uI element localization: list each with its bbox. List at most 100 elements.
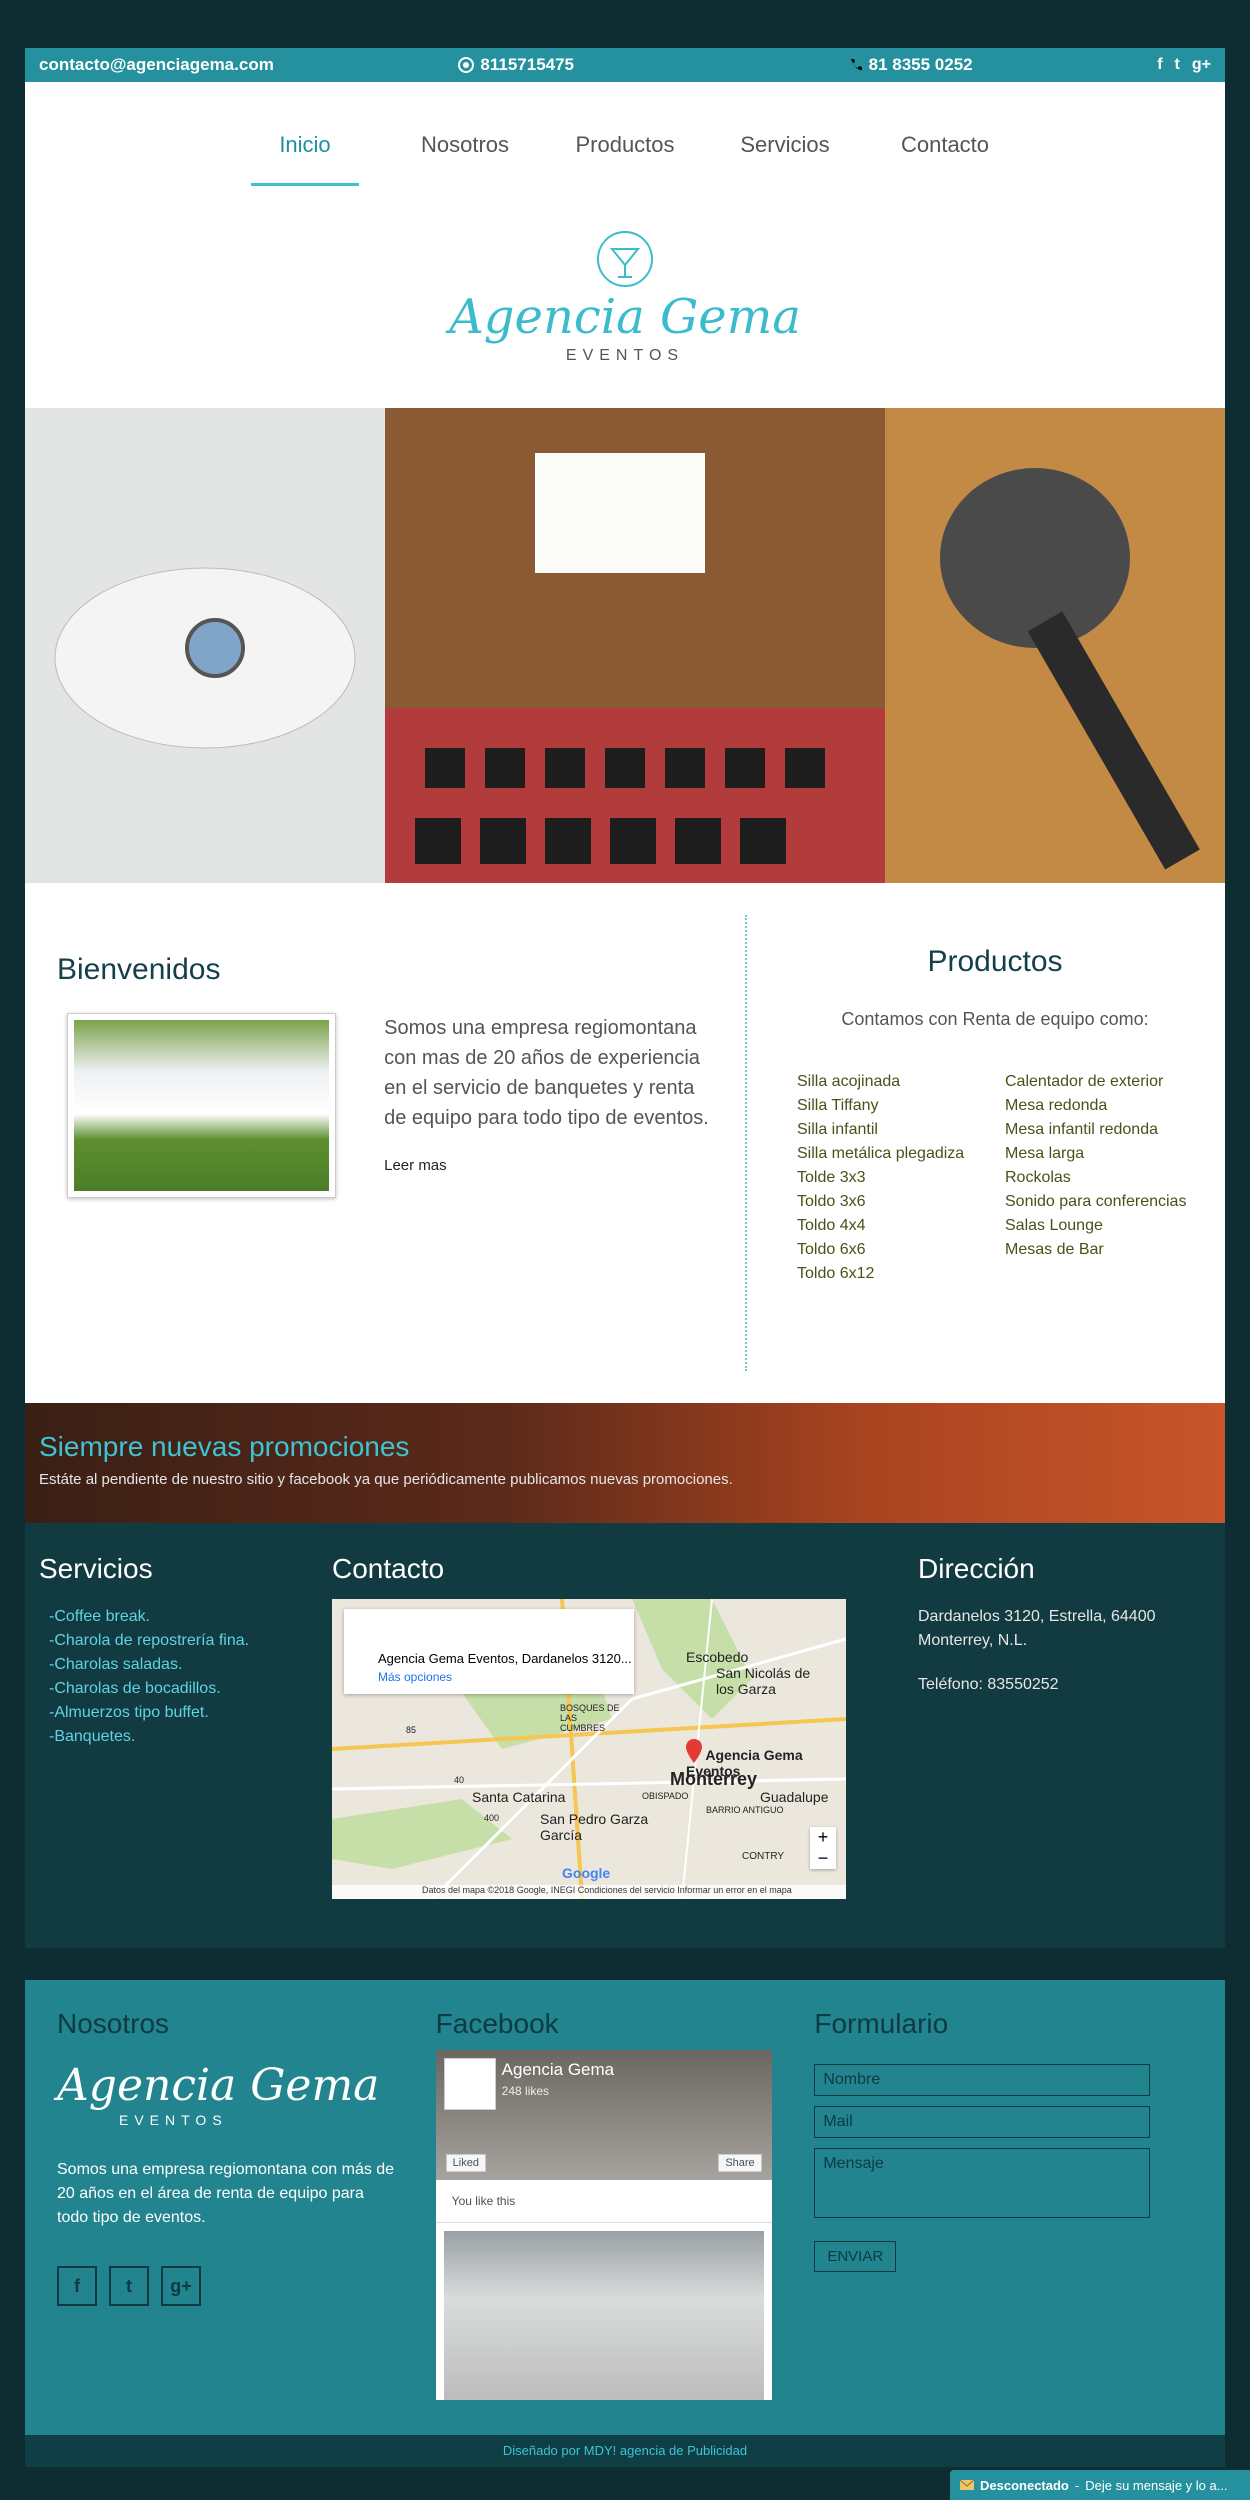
map-road-label: 400 (484, 1813, 500, 1823)
message-field[interactable] (814, 2148, 1151, 2218)
contact-title: Contacto (332, 1553, 445, 1584)
facebook-icon[interactable]: f (1157, 56, 1162, 74)
logo-subtitle: EVENTOS (565, 347, 685, 364)
map-label: Escobedo (686, 1649, 749, 1665)
page: contacto@agenciagema.com 8115715475 81 8… (25, 48, 1225, 2467)
facebook-share-button[interactable]: Share (718, 2154, 762, 2172)
list-item: Rockolas (1005, 1169, 1071, 1186)
map-footer: Datos del mapa ©2018 Google, INEGI Condi… (332, 1885, 846, 1899)
chat-widget[interactable]: Desconectado - Deje su mensaje y lo a... (950, 2470, 1250, 2500)
list-item: -Charola de repostrería fina. (49, 1632, 250, 1649)
facebook-widget[interactable]: Agencia Gema 248 likes Liked Share You l… (435, 2050, 772, 2400)
mail-field[interactable] (814, 2106, 1151, 2138)
cocktail-glass-icon (597, 231, 653, 287)
list-item: Silla Tiffany (797, 1097, 879, 1114)
footer-social-links: f t g+ (57, 2266, 436, 2306)
list-item: Silla metálica plegadiza (797, 1145, 965, 1162)
direction-title: Dirección (918, 1553, 1035, 1584)
google-map[interactable]: Agencia Gema Eventos, Dardanelos 3120...… (332, 1599, 846, 1899)
products-subtitle: Contamos con Renta de equipo como: (841, 1009, 1149, 1029)
top-social-links: f t g+ (1157, 56, 1211, 74)
map-label: San Pedro Garza García (540, 1811, 649, 1843)
list-item: -Coffee break. (49, 1608, 151, 1625)
facebook-you-like: You like this (435, 2180, 772, 2223)
facebook-icon[interactable]: f (57, 2266, 97, 2306)
facebook-cover: Agencia Gema 248 likes Liked Share (435, 2050, 772, 2180)
send-button[interactable]: ENVIAR (814, 2241, 897, 2272)
list-item: Salas Lounge (1005, 1217, 1103, 1234)
map-label: OBISPADO (642, 1791, 689, 1801)
list-item: Sonido para conferencias (1005, 1193, 1187, 1210)
twitter-icon[interactable]: t (1175, 56, 1180, 74)
list-item: -Charolas de bocadillos. (49, 1680, 221, 1697)
facebook-page-name[interactable]: Agencia Gema (502, 2060, 614, 2080)
list-item: Toldo 6x6 (797, 1241, 866, 1258)
services-section: Servicios -Coffee break. -Charola de rep… (39, 1553, 332, 1948)
map-label: Guadalupe (760, 1789, 829, 1805)
footer-logo: Agencia Gema EVENTOS (57, 2064, 436, 2129)
promo-text: Estáte al pendiente de nuestro sitio y f… (39, 1471, 733, 1488)
twitter-icon[interactable]: t (109, 2266, 149, 2306)
google-plus-icon[interactable]: g+ (161, 2266, 201, 2306)
direction-address: Dardanelos 3120, Estrella, 64400 Monterr… (918, 1608, 1156, 1649)
nav-item-inicio[interactable]: Inicio (251, 132, 359, 186)
whatsapp-icon (458, 57, 475, 73)
products-section: Productos Contamos con Renta de equipo c… (745, 915, 1233, 1371)
map-info-card: Agencia Gema Eventos, Dardanelos 3120...… (344, 1609, 634, 1694)
whatsapp-contact[interactable]: 8115715475 (458, 55, 574, 75)
google-plus-icon[interactable]: g+ (1192, 56, 1211, 74)
map-road-label: 40 (454, 1775, 465, 1785)
site-logo[interactable]: Agencia Gema EVENTOS (25, 186, 1225, 408)
chat-text: Deje su mensaje y lo a... (1085, 2477, 1228, 2493)
about-title: Nosotros (57, 2008, 170, 2039)
facebook-title: Facebook (435, 2008, 559, 2039)
credits[interactable]: Diseñado por MDY! agencia de Publicidad (25, 2435, 1225, 2467)
email-link[interactable]: contacto@agenciagema.com (39, 55, 274, 75)
header: Inicio Nosotros Productos Servicios Cont… (25, 82, 1225, 408)
nav-item-productos[interactable]: Productos (545, 132, 705, 186)
read-more-link[interactable]: Leer mas (384, 1151, 713, 1181)
whatsapp-number: 8115715475 (480, 55, 575, 74)
list-item: Mesas de Bar (1005, 1241, 1104, 1258)
facebook-avatar[interactable] (443, 2058, 496, 2110)
products-list-1: Silla acojinada Silla Tiffany Silla infa… (797, 1070, 1005, 1286)
map-address: Agencia Gema Eventos, Dardanelos 3120... (378, 1651, 632, 1666)
facebook-post-image (443, 2231, 764, 2400)
list-item: Silla infantil (797, 1121, 878, 1138)
hero-banner (25, 408, 1225, 883)
contact-form: Formulario ENVIAR (814, 2008, 1193, 2435)
services-title: Servicios (39, 1553, 153, 1584)
phone-contact[interactable]: 81 8355 0252 (849, 55, 973, 75)
envelope-icon (960, 2480, 974, 2490)
nav-item-contacto[interactable]: Contacto (865, 132, 1025, 186)
promo-title: Siempre nuevas promociones (39, 1431, 410, 1462)
nav-item-nosotros[interactable]: Nosotros (385, 132, 545, 186)
list-item: Tolde 3x3 (797, 1169, 866, 1186)
map-label: CONTRY (742, 1851, 785, 1862)
info-row: Servicios -Coffee break. -Charola de rep… (25, 1523, 1225, 1948)
zoom-in-button[interactable]: + (810, 1827, 836, 1848)
chat-separator: - (1074, 2477, 1080, 2493)
facebook-liked-button[interactable]: Liked (445, 2154, 486, 2172)
list-item: -Charolas saladas. (49, 1656, 183, 1673)
about-section: Nosotros Agencia Gema EVENTOS Somos una … (57, 2008, 436, 2435)
welcome-title: Bienvenidos (57, 953, 221, 986)
list-item: Silla acojinada (797, 1073, 901, 1090)
name-field[interactable] (814, 2064, 1151, 2096)
list-item: Toldo 6x12 (797, 1265, 875, 1282)
form-title: Formulario (814, 2008, 949, 2039)
list-item: Toldo 3x6 (797, 1193, 866, 1210)
map-more-options-link[interactable]: Más opciones (378, 1670, 634, 1684)
map-label: BOSQUES DE LAS CUMBRES (560, 1703, 620, 1733)
main-nav: Inicio Nosotros Productos Servicios Cont… (25, 82, 1225, 186)
map-road-label: 85 (406, 1725, 417, 1735)
facebook-likes: 248 likes (501, 2084, 550, 2098)
nav-item-servicios[interactable]: Servicios (705, 132, 865, 186)
main-content: Bienvenidos Somos una empresa regiomonta… (25, 883, 1225, 1403)
contact-section: Contacto Agencia Gema Eventos, Dardanelo… (332, 1553, 918, 1948)
map-marker-label[interactable]: Agencia Gema Eventos (686, 1739, 846, 1779)
welcome-photo (67, 1013, 337, 1198)
direction-phone: Teléfono: 83550252 (918, 1676, 1059, 1693)
zoom-out-button[interactable]: − (810, 1848, 836, 1869)
map-label: San Nicolás de los Garza (716, 1665, 811, 1697)
